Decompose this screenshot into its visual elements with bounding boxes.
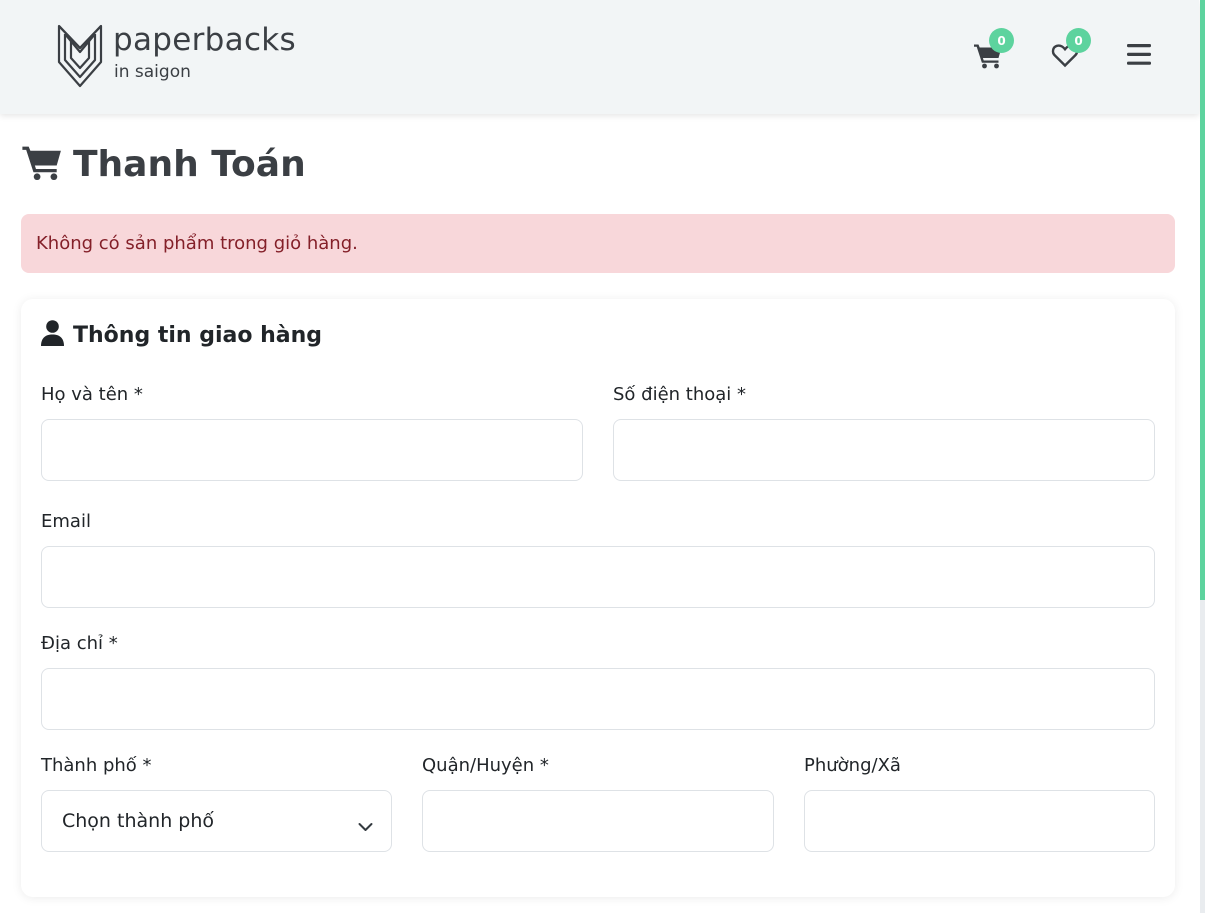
page-title: Thanh Toán <box>21 140 306 188</box>
address-input[interactable] <box>41 668 1155 730</box>
ward-label: Phường/Xã <box>804 755 901 776</box>
site-header: paperbacks in saigon 0 0 <box>0 0 1199 114</box>
district-label: Quận/Huyện * <box>422 755 549 776</box>
chevron-down-icon <box>358 815 373 837</box>
empty-cart-alert: Không có sản phẩm trong giỏ hàng. <box>21 214 1175 273</box>
brand-name[interactable]: paperbacks <box>113 22 296 58</box>
city-label: Thành phố * <box>41 755 152 776</box>
city-select[interactable]: Chọn thành phố <box>41 790 392 852</box>
district-input[interactable] <box>422 790 774 852</box>
fullname-input[interactable] <box>41 419 583 481</box>
shipping-info-card: Thông tin giao hàng Họ và tên * Số điện … <box>21 299 1175 897</box>
address-label: Địa chỉ * <box>41 633 118 654</box>
phone-input[interactable] <box>613 419 1155 481</box>
card-title-text: Thông tin giao hàng <box>73 322 323 348</box>
fullname-label: Họ và tên * <box>41 384 143 405</box>
card-title: Thông tin giao hàng <box>41 319 322 351</box>
ward-input[interactable] <box>804 790 1155 852</box>
page-title-text: Thanh Toán <box>73 143 306 185</box>
brand-tagline: in saigon <box>114 62 191 82</box>
email-input[interactable] <box>41 546 1155 608</box>
menu-icon[interactable] <box>1127 44 1151 69</box>
cart-count-badge: 0 <box>989 28 1014 53</box>
email-label: Email <box>41 511 91 532</box>
logo-chevron-icon[interactable] <box>55 22 105 92</box>
phone-label: Số điện thoại * <box>613 384 747 405</box>
cart-icon <box>21 143 63 185</box>
scrollbar[interactable] <box>1200 0 1205 913</box>
scrollbar-thumb[interactable] <box>1200 0 1205 600</box>
wishlist-count-badge: 0 <box>1066 28 1091 53</box>
city-select-value: Chọn thành phố <box>62 810 214 832</box>
user-icon <box>41 320 64 350</box>
